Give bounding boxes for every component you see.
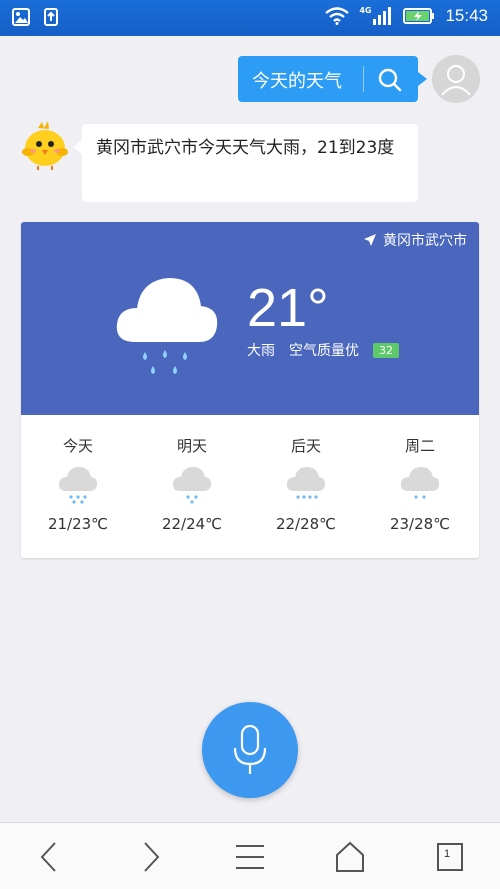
upload-icon — [44, 8, 58, 26]
wifi-icon — [325, 7, 350, 25]
menu-icon[interactable] — [230, 837, 270, 877]
current-temperature: 21° — [247, 278, 329, 338]
tab-count: 1 — [444, 848, 451, 860]
forecast-row: 今天 21/23℃ 明天 22/24℃ 后天 22/28℃ 周二 23/28℃ — [21, 415, 479, 558]
status-bar: 4G 15:43 — [0, 0, 500, 36]
location-arrow-icon — [364, 234, 376, 246]
rain-cloud-icon — [58, 467, 98, 504]
tabs-button[interactable]: 1 — [430, 837, 470, 877]
forecast-temp-range: 22/24℃ — [161, 515, 223, 533]
gallery-icon — [12, 8, 30, 26]
person-icon — [441, 65, 471, 96]
voice-input-button[interactable] — [202, 702, 298, 798]
network-type: 4G — [359, 5, 372, 15]
user-avatar[interactable] — [432, 55, 480, 103]
rain-cloud-icon — [286, 467, 326, 499]
weather-card-header: 黄冈市武穴市 21° 大雨 空气质量优 32 — [21, 222, 479, 415]
battery-charging-icon — [403, 8, 435, 24]
bottom-navigation: 1 — [0, 822, 500, 889]
search-icon[interactable] — [376, 66, 404, 94]
condition-row: 大雨 空气质量优 32 — [247, 340, 399, 360]
weather-card[interactable]: 黄冈市武穴市 21° 大雨 空气质量优 32 今天 21/23℃ 明天 22/2… — [21, 222, 479, 558]
bubble-divider — [363, 66, 364, 92]
forecast-temp-range: 22/28℃ — [275, 515, 337, 533]
microphone-icon — [233, 724, 267, 774]
forecast-temp-range: 23/28℃ — [389, 515, 451, 533]
forecast-day-label: 明天 — [176, 437, 207, 455]
forecast-day-label: 后天 — [290, 437, 321, 455]
user-message-text: 今天的天气 — [252, 71, 342, 92]
rain-cloud-icon — [172, 467, 212, 504]
signal-icon — [373, 7, 392, 25]
forecast-day-label: 周二 — [404, 437, 435, 455]
home-icon[interactable] — [330, 837, 370, 877]
rain-cloud-icon — [400, 467, 440, 499]
bot-message-bubble: 黄冈市武穴市今天天气大雨，21到23度 — [73, 124, 418, 202]
forecast-day-label: 今天 — [62, 437, 93, 455]
back-icon[interactable] — [30, 837, 70, 877]
forward-icon[interactable] — [130, 837, 170, 877]
user-message-bubble[interactable]: 今天的天气 — [238, 56, 427, 102]
location[interactable]: 黄冈市武穴市 — [363, 230, 467, 250]
aqi-badge: 32 — [373, 342, 399, 358]
forecast-temp-range: 21/23℃ — [47, 515, 109, 533]
heavy-rain-icon — [116, 278, 218, 374]
air-quality-label: 空气质量优 — [289, 343, 359, 359]
location-text: 黄冈市武穴市 — [383, 233, 467, 249]
status-time: 15:43 — [445, 6, 488, 25]
bot-avatar-chick-icon — [22, 121, 68, 170]
condition-text: 大雨 — [247, 343, 275, 359]
bot-message-text: 黄冈市武穴市今天天气大雨，21到23度 — [96, 138, 395, 158]
